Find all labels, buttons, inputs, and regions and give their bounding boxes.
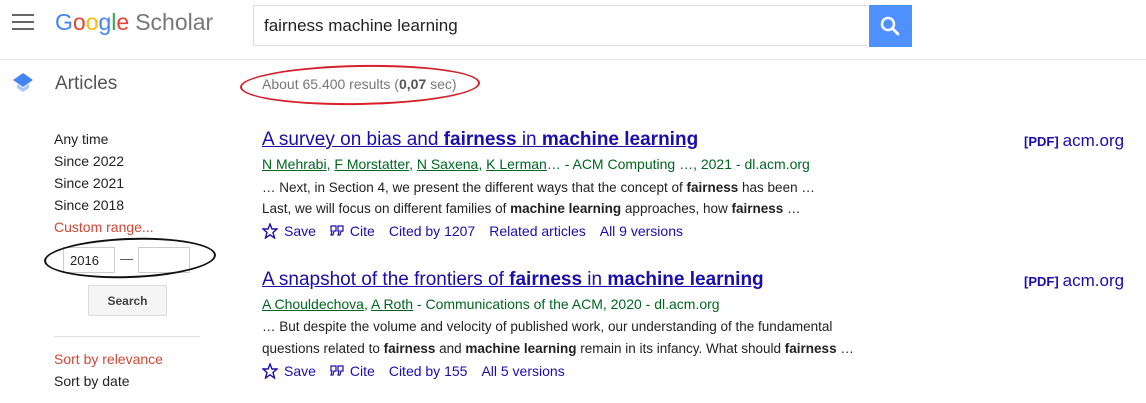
- author-link[interactable]: A Roth: [371, 296, 413, 312]
- filter-since-2021[interactable]: Since 2021: [54, 175, 124, 191]
- star-icon: [262, 223, 278, 239]
- author-link[interactable]: N Mehrabi: [262, 156, 327, 172]
- quote-icon: [330, 225, 344, 236]
- result-snippet: … But despite the volume and velocity of…: [262, 319, 833, 334]
- result-authors: N Mehrabi, F Morstatter, N Saxena, K Ler…: [262, 156, 810, 172]
- filter-since-2018[interactable]: Since 2018: [54, 197, 124, 213]
- result-snippet: … Next, in Section 4, we present the dif…: [262, 180, 815, 195]
- filter-any-time[interactable]: Any time: [54, 131, 108, 147]
- scholar-articles-icon: [13, 73, 33, 92]
- pdf-link[interactable]: [PDF] acm.org: [1024, 271, 1124, 291]
- result-authors: A Chouldechova, A Roth - Communications …: [262, 296, 720, 312]
- sort-by-relevance[interactable]: Sort by relevance: [54, 351, 163, 367]
- result-actions: Save Cite Cited by 155 All 5 versions: [262, 363, 579, 379]
- sort-by-date[interactable]: Sort by date: [54, 373, 130, 389]
- result-snippet: Last, we will focus on different familie…: [262, 201, 801, 216]
- pdf-link[interactable]: [PDF] acm.org: [1024, 131, 1124, 151]
- search-icon: [880, 16, 900, 36]
- filter-custom-range[interactable]: Custom range...: [54, 219, 154, 235]
- quote-icon: [330, 365, 344, 376]
- annotation-circle-red: [239, 62, 481, 108]
- author-link[interactable]: A Chouldechova: [262, 296, 364, 312]
- result-title[interactable]: A snapshot of the frontiers of fairness …: [262, 269, 764, 291]
- author-link[interactable]: N Saxena: [417, 156, 478, 172]
- cited-by-link[interactable]: Cited by 1207: [389, 223, 475, 239]
- related-articles-link[interactable]: Related articles: [489, 223, 586, 239]
- search-button[interactable]: [869, 5, 912, 47]
- save-button[interactable]: Save: [262, 223, 316, 239]
- result-actions: Save Cite Cited by 1207 Related articles…: [262, 223, 697, 239]
- result-snippet: questions related to fairness and machin…: [262, 341, 854, 356]
- author-link[interactable]: K Lerman: [486, 156, 547, 172]
- star-icon: [262, 363, 278, 379]
- all-versions-link[interactable]: All 9 versions: [600, 223, 683, 239]
- header-divider: [0, 59, 1146, 60]
- section-label: Articles: [55, 73, 118, 94]
- all-versions-link[interactable]: All 5 versions: [481, 363, 564, 379]
- search-input[interactable]: [253, 5, 867, 46]
- sidebar-divider: [54, 336, 200, 337]
- result-title[interactable]: A survey on bias and fairness in machine…: [262, 129, 698, 151]
- cite-button[interactable]: Cite: [330, 223, 375, 239]
- author-link[interactable]: F Morstatter: [334, 156, 409, 172]
- annotation-circle-black: [43, 235, 217, 281]
- filter-since-2022[interactable]: Since 2022: [54, 153, 124, 169]
- google-scholar-logo[interactable]: Google Scholar: [55, 9, 213, 36]
- logo-scholar-text: Scholar: [135, 9, 214, 35]
- cited-by-link[interactable]: Cited by 155: [389, 363, 468, 379]
- save-button[interactable]: Save: [262, 363, 316, 379]
- menu-icon[interactable]: [12, 14, 34, 32]
- range-search-button[interactable]: Search: [88, 285, 167, 316]
- cite-button[interactable]: Cite: [330, 363, 375, 379]
